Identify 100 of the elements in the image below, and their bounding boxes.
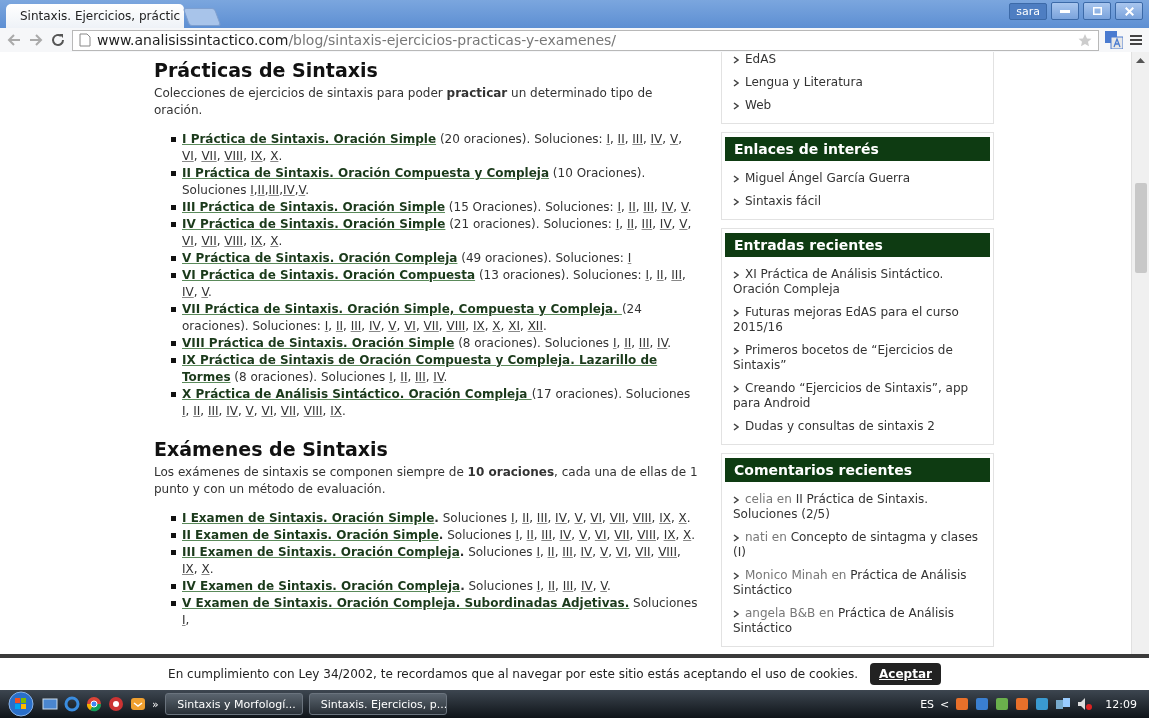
solution-link[interactable]: V [578,528,588,542]
solution-link[interactable]: VIII [303,404,323,418]
solution-link[interactable]: II [624,336,632,350]
sidebar-link[interactable]: Lengua y Literatura [733,75,982,90]
solution-link[interactable]: XII [527,319,543,333]
solution-link[interactable]: VII [201,234,217,248]
exercise-link[interactable]: IX Práctica de Sintaxis de Oración Compuesta y Compleja. Lazarillo de [182,353,658,367]
solution-link[interactable]: III [641,217,653,231]
clock[interactable]: 12:09 [1099,697,1143,711]
solution-link[interactable]: VIII [632,511,652,525]
user-badge[interactable]: sara [1009,2,1047,20]
solution-link[interactable]: IX [472,319,485,333]
taskbar-button[interactable]: Sintaxis y Morfologí... [164,693,303,715]
solution-link[interactable]: III [541,528,552,542]
menu-icon[interactable] [1129,33,1143,47]
tray-icon[interactable] [995,697,1010,711]
exercise-link[interactable]: Tormes [182,370,231,384]
language-indicator[interactable]: ES [920,697,935,711]
solution-link[interactable]: IV [368,319,381,333]
solution-link[interactable]: VI [182,149,194,163]
tray-icon[interactable] [955,697,970,711]
solution-link[interactable]: II [547,579,555,593]
close-button[interactable] [1115,2,1143,20]
solution-link[interactable]: X [492,319,501,333]
desktop-icon[interactable] [42,696,58,712]
solution-link[interactable]: V [669,132,679,146]
solution-link[interactable]: X [678,511,687,525]
sidebar-link[interactable]: Sintaxis fácil [733,194,982,209]
browser-tab[interactable]: Sintaxis. Ejercicios, práctic [6,4,184,28]
tray-icon[interactable] [1015,697,1030,711]
tray-icon[interactable] [1035,697,1050,711]
solution-link[interactable]: I [182,613,186,627]
taskbar-button[interactable]: Sintaxis. Ejercicios, p... [308,693,447,715]
solution-link[interactable]: VI [590,511,603,525]
solution-link[interactable]: III [562,579,574,593]
sidebar-link[interactable]: Miguel Ángel García Guerra [733,171,982,186]
solution-link[interactable]: VIII [658,545,677,559]
solution-link[interactable]: III [562,545,573,559]
solution-link[interactable]: II [193,404,201,418]
solution-link[interactable]: XI [508,319,520,333]
solution-link[interactable]: I [389,370,393,384]
solution-link[interactable]: III [207,404,219,418]
sidebar-link[interactable]: Dudas y consultas de sintaxis 2 [733,419,982,434]
solution-link[interactable]: IV [555,511,567,525]
exercise-link[interactable]: VIII Práctica de Sintaxis. Oración Simple [182,336,455,350]
sidebar-link[interactable]: Web [733,98,982,113]
exercise-link[interactable]: I Práctica de Sintaxis. Oración Simple [182,132,437,146]
sidebar-link[interactable]: Primeros bocetos de “Ejercicios de Sintaxis” [733,343,982,373]
solution-link[interactable]: VIII [224,234,244,248]
solution-link[interactable]: VI [615,545,628,559]
exercise-link[interactable]: VII Práctica de Sintaxis. Oración Simple, Compuesta y Compleja. [182,302,622,316]
solution-link[interactable]: V [574,511,583,525]
solution-link[interactable]: II [526,528,534,542]
star-icon[interactable] [1078,33,1092,47]
tray-expand[interactable]: < [940,697,950,711]
solution-link[interactable]: I [615,217,620,231]
solution-link[interactable]: VII [614,528,630,542]
solution-link[interactable]: IV [559,528,572,542]
reload-icon[interactable] [50,32,66,48]
solution-link[interactable]: I [627,251,632,265]
translate-icon[interactable] [1105,31,1123,49]
solution-link[interactable]: VI [594,528,607,542]
solution-link[interactable]: VIII [637,528,656,542]
solution-link[interactable]: IV [282,183,295,197]
exercise-link[interactable]: V Práctica de Sintaxis. Oración Compleja [182,251,458,265]
solution-link[interactable]: IX [250,149,263,163]
solution-link[interactable]: IV [580,545,593,559]
exercise-link[interactable]: II Examen de Sintaxis. Oración Simple [182,528,439,542]
solution-link[interactable]: V [599,545,609,559]
exercise-link[interactable]: IV Examen de Sintaxis. Oración Compleja [182,579,461,593]
solution-link[interactable]: VIII [446,319,466,333]
volume-icon[interactable] [1077,697,1094,711]
solution-link[interactable]: III [671,268,682,282]
solution-link[interactable]: I [536,545,540,559]
solution-link[interactable]: III [350,319,362,333]
browser-icon[interactable] [64,696,80,712]
solution-link[interactable]: IV [659,217,672,231]
exercise-link[interactable]: III Examen de Sintaxis. Oración Compleja [182,545,460,559]
solution-link[interactable]: IX [250,234,263,248]
start-icon[interactable] [6,691,36,717]
accept-button[interactable]: Aceptar [870,663,941,685]
stop-icon[interactable] [108,696,124,712]
scrollbar[interactable] [1131,52,1149,654]
solution-link[interactable]: VII [201,149,217,163]
recent-comment-link[interactable]: celia en II Práctica de Sintaxis. Soluciones (2/5) [733,492,982,522]
solution-link[interactable]: I [250,183,254,197]
exercise-link[interactable]: II Práctica de Sintaxis. Oración Compuesta y Compleja [182,166,550,180]
up-arrow-icon[interactable] [1136,57,1145,63]
solution-link[interactable]: II [626,217,634,231]
sidebar-link[interactable]: Futuras mejoras EdAS para el curso 2015/16 [733,305,982,335]
solution-link[interactable]: III [632,132,643,146]
minimize-button[interactable] [1051,2,1079,20]
sidebar-link[interactable]: EdAS [733,52,982,67]
solution-link[interactable]: IV [226,404,238,418]
solution-link[interactable]: V [388,319,397,333]
solution-link[interactable]: VI [404,319,416,333]
restore-button[interactable] [1083,2,1111,20]
solution-link[interactable]: IX [659,511,671,525]
solution-link[interactable]: IV [433,370,444,384]
solution-link[interactable]: II [335,319,343,333]
